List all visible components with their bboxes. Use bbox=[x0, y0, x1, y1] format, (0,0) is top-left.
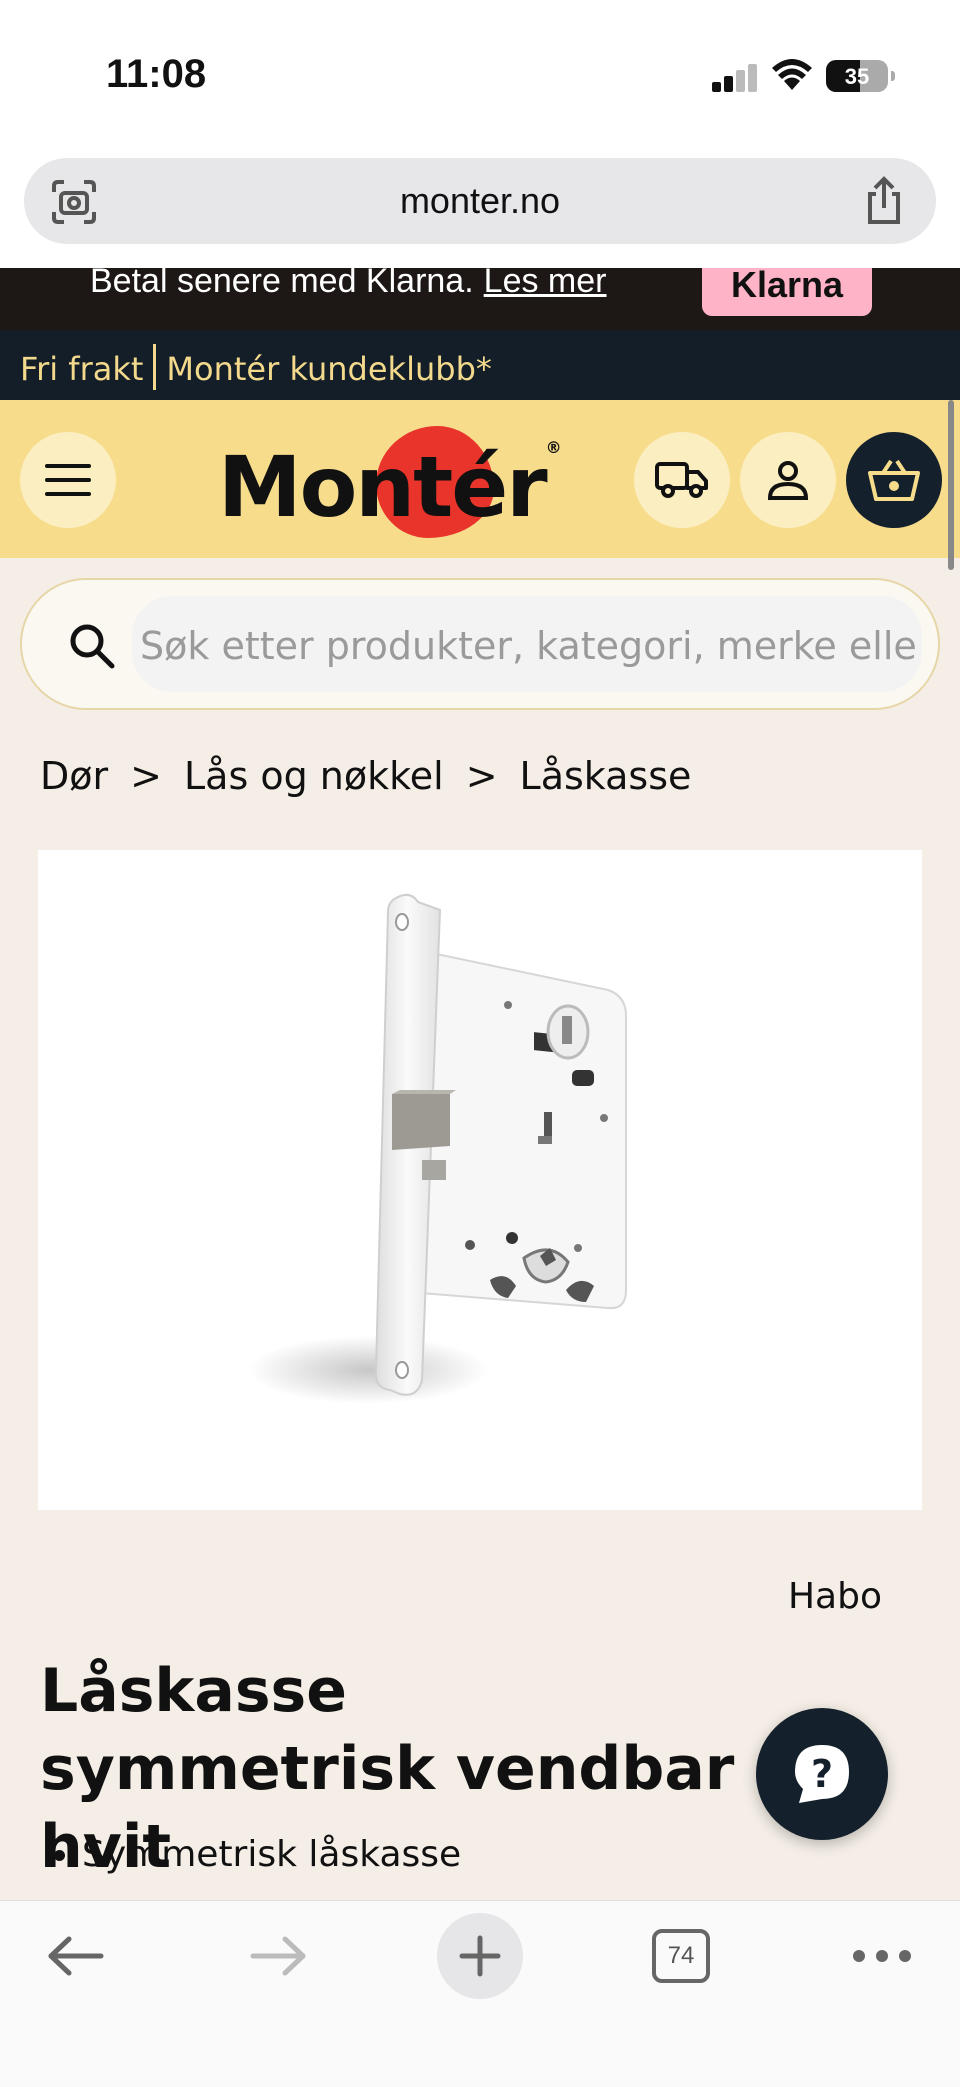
browser-address-bar: monter.no bbox=[0, 150, 960, 268]
account-button[interactable] bbox=[740, 432, 836, 528]
klarna-badge: Klarna bbox=[702, 268, 872, 316]
promo-message: Betal senere med Klarna. bbox=[90, 268, 474, 300]
battery-icon: 35 bbox=[826, 60, 895, 92]
breadcrumb-item[interactable]: Lås og nøkkel bbox=[184, 754, 444, 798]
breadcrumb-separator: > bbox=[465, 754, 498, 798]
search-input[interactable]: Søk etter produkter, kategori, merke ell… bbox=[140, 624, 920, 668]
monter-logo[interactable]: Montér® bbox=[218, 420, 562, 540]
breadcrumb: Dør > Lås og nøkkel > Låskasse bbox=[40, 754, 691, 798]
product-brand[interactable]: Habo bbox=[788, 1576, 882, 1617]
user-icon bbox=[740, 432, 836, 528]
promo-read-more-link[interactable]: Les mer bbox=[484, 268, 607, 300]
status-time: 11:08 bbox=[106, 52, 207, 96]
search-bar[interactable]: Søk etter produkter, kategori, merke ell… bbox=[20, 578, 940, 710]
new-tab-button[interactable] bbox=[436, 1901, 524, 2011]
menu-icon bbox=[20, 432, 116, 528]
customer-club-link[interactable]: Montér kundeklubb* bbox=[166, 350, 491, 388]
logo-text: Montér® bbox=[218, 438, 562, 536]
basket-icon bbox=[846, 432, 942, 528]
wifi-icon bbox=[770, 58, 814, 96]
breadcrumb-item-current[interactable]: Låskasse bbox=[520, 754, 692, 798]
forward-arrow-icon bbox=[250, 1936, 306, 1976]
back-button[interactable] bbox=[36, 1901, 116, 2011]
url-field[interactable]: monter.no bbox=[24, 158, 936, 244]
tabs-icon: 74 bbox=[652, 1929, 710, 1983]
svg-text:?: ? bbox=[811, 1752, 833, 1796]
signal-icon bbox=[712, 62, 758, 92]
klarna-promo-banner: Betal senere med Klarna. Les mer Klarna bbox=[0, 268, 960, 330]
product-features: Symmetrisk låskasse bbox=[82, 1834, 461, 1875]
cart-button[interactable] bbox=[846, 432, 942, 528]
page-scrollbar[interactable] bbox=[948, 400, 954, 570]
tabs-button[interactable]: 74 bbox=[648, 1901, 714, 2011]
club-text: Fri frakt Montér kundeklubb* bbox=[20, 344, 492, 390]
back-arrow-icon bbox=[48, 1936, 104, 1976]
url-text: monter.no bbox=[399, 180, 561, 221]
share-icon[interactable] bbox=[862, 176, 906, 230]
promo-text: Betal senere med Klarna. Les mer bbox=[90, 268, 607, 301]
site-header: Montér® bbox=[0, 400, 960, 558]
club-bar: Fri frakt Montér kundeklubb* bbox=[0, 330, 960, 400]
menu-button[interactable] bbox=[20, 432, 116, 528]
product-image[interactable] bbox=[38, 850, 922, 1510]
breadcrumb-item[interactable]: Dør bbox=[40, 754, 108, 798]
delivery-button[interactable] bbox=[634, 432, 730, 528]
status-bar: 11:08 35 bbox=[0, 0, 960, 150]
plus-icon bbox=[459, 1935, 501, 1977]
lock-case-illustration bbox=[248, 893, 627, 1404]
forward-button[interactable] bbox=[238, 1901, 318, 2011]
feature-item: Symmetrisk låskasse bbox=[82, 1834, 461, 1875]
free-shipping-link[interactable]: Fri frakt bbox=[20, 350, 143, 388]
breadcrumb-separator: > bbox=[130, 754, 162, 798]
browser-toolbar: 74 bbox=[0, 1900, 960, 2087]
club-divider bbox=[153, 344, 157, 390]
more-button[interactable] bbox=[832, 1901, 932, 2011]
help-icon: ? bbox=[756, 1708, 888, 1840]
truck-icon bbox=[634, 432, 730, 528]
battery-level: 35 bbox=[844, 64, 870, 89]
more-icon bbox=[853, 1950, 911, 1962]
help-chat-button[interactable]: ? bbox=[756, 1708, 888, 1840]
search-icon[interactable] bbox=[68, 622, 116, 674]
